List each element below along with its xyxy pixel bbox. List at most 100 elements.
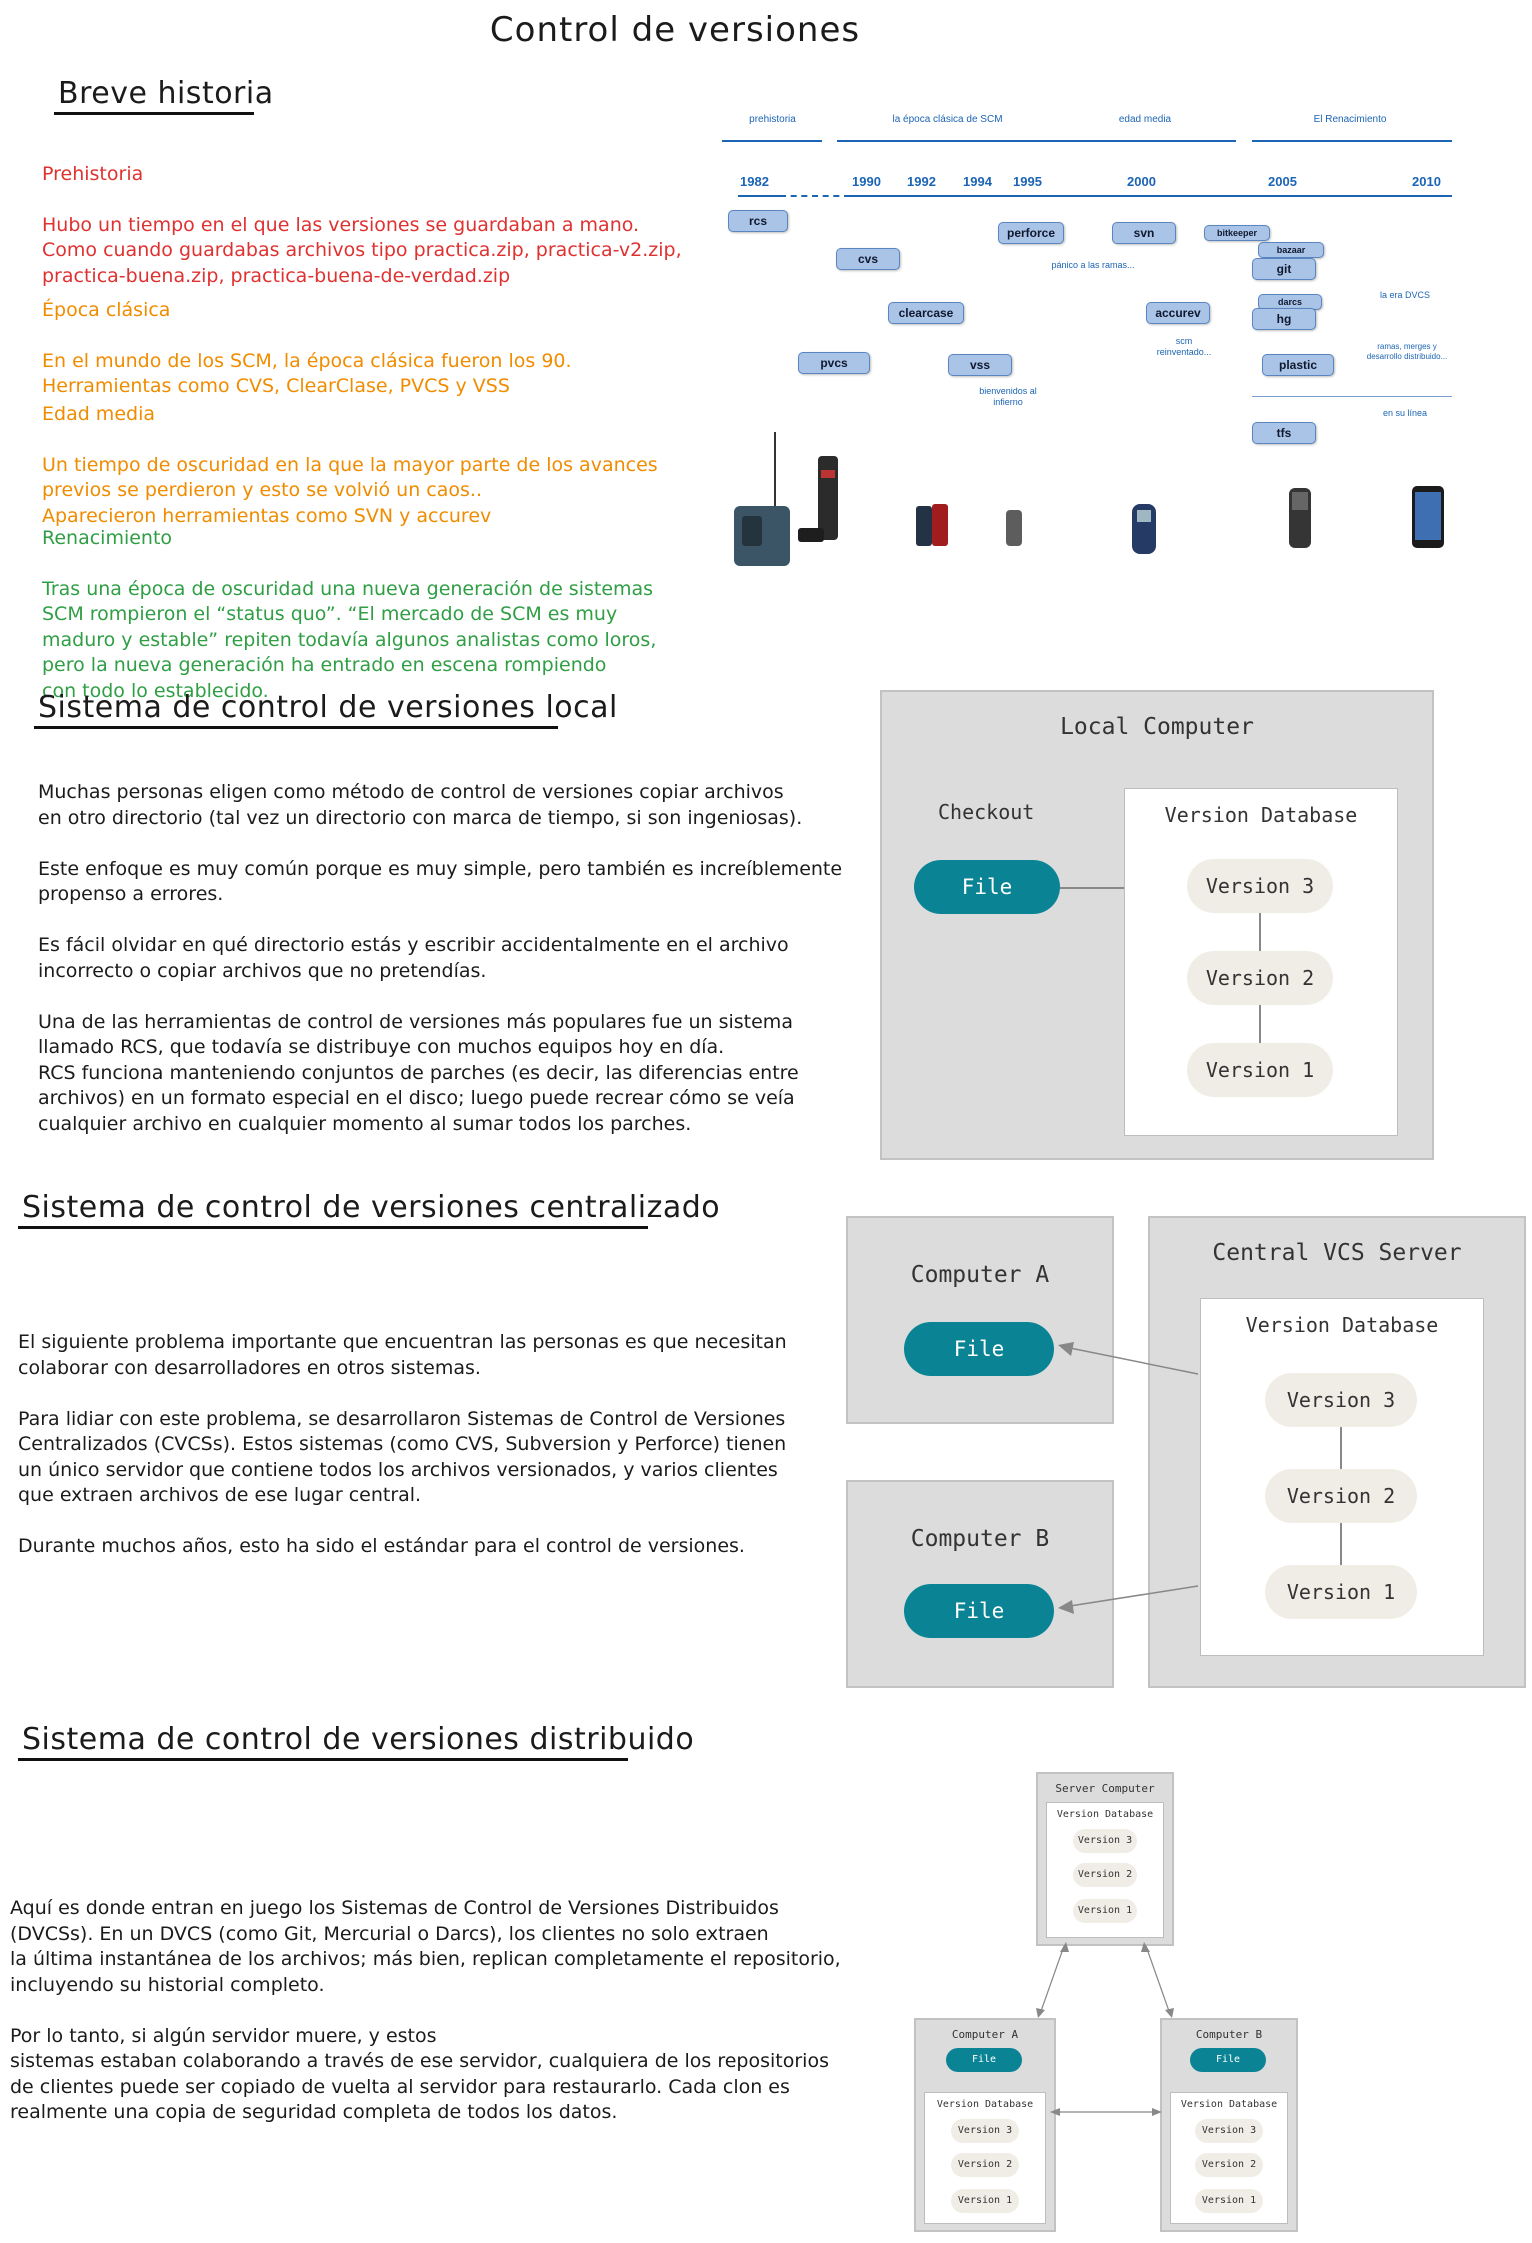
arrow-server-a	[1039, 1945, 1065, 2015]
mobile-phone-icon	[916, 504, 948, 546]
version-pill: Version 2	[951, 2153, 1019, 2177]
tool-bitkeeper: bitkeeper	[1204, 225, 1270, 241]
tool-cvs: cvs	[836, 248, 900, 270]
arrow-head-icon	[1141, 1942, 1150, 1952]
tool-accurev: accurev	[1146, 302, 1210, 324]
mobile-phone-icon	[734, 432, 790, 566]
connector-line	[1340, 1523, 1342, 1565]
era-label: edad media	[1118, 114, 1172, 125]
mobile-phone-icon	[1006, 510, 1022, 546]
mobile-phone-icon	[1132, 504, 1156, 554]
central-server-title: Central VCS Server	[1212, 1240, 1462, 1266]
arrow-head-icon	[1036, 2008, 1045, 2018]
central-heading: Sistema de control de versiones centrali…	[22, 1190, 721, 1225]
version-database-title: Version Database	[1056, 1809, 1154, 1820]
renacimiento-title: Renacimiento	[42, 526, 173, 549]
local-heading-underline	[34, 726, 558, 729]
connector-line	[1259, 1005, 1261, 1043]
local-computer-title: Local Computer	[1060, 714, 1254, 740]
distributed-heading-underline	[18, 1758, 628, 1761]
year-label: 1995	[1013, 174, 1042, 189]
version-database-box: Version Database Version 3 Version 2 Ver…	[1046, 1802, 1164, 1938]
version-pill: Version 2	[1265, 1469, 1417, 1523]
arrow-head-icon	[1152, 2108, 1162, 2116]
distributed-text: Aquí es donde entran en juego los Sistem…	[10, 1897, 841, 2123]
arrow-head-icon	[1058, 1342, 1074, 1356]
era-label: la época clásica de SCM	[892, 114, 1003, 125]
version-database-title: Version Database	[1164, 803, 1358, 827]
local-heading: Sistema de control de versiones local	[38, 690, 618, 725]
version-pill: Version 3	[1265, 1373, 1417, 1427]
file-pill: File	[914, 860, 1060, 914]
distributed-heading: Sistema de control de versiones distribu…	[22, 1722, 695, 1757]
central-text: El siguiente problema importante que enc…	[18, 1331, 787, 1557]
arrow-head-icon	[1058, 1600, 1074, 1614]
era-line	[1056, 140, 1236, 142]
connector-line	[1340, 1427, 1342, 1469]
tool-pvcs: pvcs	[798, 352, 870, 374]
clasica-title: Época clásica	[42, 298, 171, 321]
note-panico: pánico a las ramas...	[1051, 260, 1135, 270]
tool-bazaar: bazaar	[1258, 242, 1324, 258]
version-pill: Version 1	[1073, 1899, 1137, 1923]
note-ramas: ramas, merges y desarrollo distribuido..…	[1366, 342, 1448, 361]
local-computer-box: Local Computer Checkout File Version Dat…	[880, 690, 1434, 1160]
era-label: El Renacimiento	[1313, 114, 1387, 125]
timeline-axis	[738, 195, 780, 197]
year-label: 1982	[740, 174, 769, 189]
server-computer-box: Server Computer Version Database Version…	[1036, 1772, 1174, 1946]
version-pill: Version 3	[1195, 2119, 1263, 2143]
version-pill: Version 3	[1073, 1829, 1137, 1853]
page-title: Control de versiones	[489, 10, 861, 50]
tool-plastic: plastic	[1262, 354, 1334, 376]
arrow-to-computer-b	[1069, 1585, 1199, 1607]
phones-evolution	[734, 432, 1444, 566]
version-pill: Version 1	[1195, 2189, 1263, 2213]
computer-a-title: Computer A	[910, 1262, 1050, 1288]
note-bienvenidos: bienvenidos al infierno	[979, 386, 1037, 407]
version-pill: Version 2	[1073, 1863, 1137, 1887]
tool-svn: svn	[1112, 222, 1176, 244]
era-line	[1252, 140, 1452, 142]
history-heading: Breve historia	[58, 76, 274, 111]
server-computer-title: Server Computer	[1055, 1782, 1155, 1795]
tool-vss: vss	[948, 354, 1012, 376]
connector-line	[1259, 913, 1261, 951]
note-scm: scm reinventado...	[1156, 336, 1212, 357]
version-pill: Version 1	[951, 2189, 1019, 2213]
arrow-head-icon	[1060, 1942, 1069, 1952]
era-line	[722, 140, 822, 142]
year-label: 1994	[963, 174, 992, 189]
checkout-label: Checkout	[938, 800, 1035, 824]
mobile-phone-icon	[798, 456, 838, 542]
mobile-phone-icon	[1412, 486, 1444, 548]
tool-hg: hg	[1252, 308, 1316, 330]
timeline-axis-dashed	[780, 195, 850, 197]
year-label: 1990	[852, 174, 881, 189]
era-line	[837, 140, 1059, 142]
year-label: 1992	[907, 174, 936, 189]
central-arrows	[1058, 1342, 1199, 1614]
central-heading-underline	[18, 1226, 648, 1229]
arrow-server-b	[1145, 1945, 1171, 2015]
year-label: 2010	[1412, 174, 1441, 189]
history-heading-underline	[54, 112, 254, 115]
timeline-axis	[850, 195, 1452, 197]
version-pill: Version 2	[1187, 951, 1333, 1005]
version-pill: Version 3	[951, 2119, 1019, 2143]
note-dvcs: la era DVCS	[1379, 290, 1431, 300]
arrow-head-icon	[1165, 2008, 1174, 2018]
note-linea: en su línea	[1382, 408, 1428, 418]
timeline-separator	[1252, 396, 1452, 397]
version-pill: Version 1	[1265, 1565, 1417, 1619]
year-label: 2005	[1268, 174, 1297, 189]
distributed-arrows	[1036, 1942, 1174, 2116]
version-pill: Version 2	[1195, 2153, 1263, 2177]
mobile-phone-icon	[1289, 488, 1311, 548]
version-pill: Version 3	[1187, 859, 1333, 913]
version-pill: Version 1	[1187, 1043, 1333, 1097]
scm-timeline: prehistoria la época clásica de SCM edad…	[720, 110, 1460, 590]
prehistoria-title: Prehistoria	[42, 162, 144, 185]
media-title: Edad media	[42, 402, 155, 425]
arrow-head-icon	[1050, 2108, 1060, 2116]
